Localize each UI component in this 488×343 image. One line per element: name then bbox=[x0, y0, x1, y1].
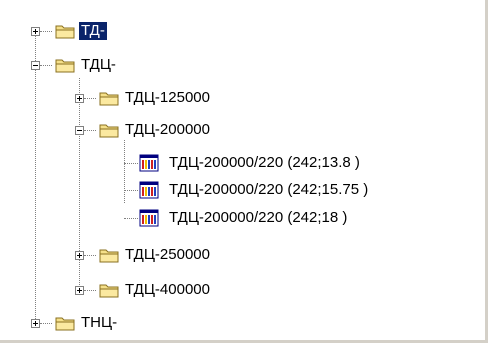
folder-icon bbox=[55, 317, 75, 330]
tree-line bbox=[124, 218, 138, 219]
tree-item-td[interactable]: ТД- bbox=[55, 21, 108, 41]
tree-line bbox=[84, 130, 96, 131]
tree-line bbox=[40, 31, 52, 32]
tree-panel: ТД- ТДЦ- ТДЦ-125000 ТДЦ-200000 ТДЦ-20000… bbox=[0, 0, 488, 343]
table-icon bbox=[139, 181, 159, 199]
tree-item-tdc[interactable]: ТДЦ- bbox=[55, 56, 118, 74]
tree-item-tnc[interactable]: ТНЦ- bbox=[55, 314, 119, 332]
tree-item-table[interactable]: ТДЦ-200000/220 (242;15.75 ) bbox=[139, 181, 370, 199]
tree-item-label: ТНЦ- bbox=[81, 314, 118, 331]
expand-icon[interactable] bbox=[75, 94, 84, 103]
table-icon bbox=[139, 154, 159, 172]
tree-item-table[interactable]: ТДЦ-200000/220 (242;18 ) bbox=[139, 209, 349, 227]
tree-line bbox=[84, 290, 96, 291]
tree-item-tdc-200000[interactable]: ТДЦ-200000 bbox=[99, 121, 212, 139]
folder-icon bbox=[55, 25, 75, 38]
tree-view: ТД- ТДЦ- ТДЦ-125000 ТДЦ-200000 ТДЦ-20000… bbox=[0, 0, 485, 340]
tree-item-label: ТДЦ-200000/220 (242;15.75 ) bbox=[169, 181, 369, 198]
tree-line bbox=[40, 323, 52, 324]
tree-line bbox=[124, 190, 138, 191]
folder-icon bbox=[99, 92, 119, 105]
tree-item-label: ТДЦ-200000/220 (242;18 ) bbox=[169, 209, 348, 226]
tree-line bbox=[35, 33, 36, 323]
tree-item-tdc-125000[interactable]: ТДЦ-125000 bbox=[99, 89, 212, 107]
tree-item-label: ТДЦ-250000 bbox=[125, 246, 210, 263]
expand-icon[interactable] bbox=[75, 251, 84, 260]
tree-item-label: ТДЦ-200000 bbox=[125, 121, 210, 138]
tree-item-label: ТД- bbox=[78, 21, 108, 41]
tree-line bbox=[84, 98, 96, 99]
tree-item-label: ТДЦ-200000/220 (242;13.8 ) bbox=[169, 154, 360, 171]
tree-item-table[interactable]: ТДЦ-200000/220 (242;13.8 ) bbox=[139, 154, 362, 172]
collapse-icon[interactable] bbox=[75, 126, 84, 135]
expand-icon[interactable] bbox=[75, 286, 84, 295]
table-icon bbox=[139, 209, 159, 227]
folder-icon bbox=[99, 284, 119, 297]
expand-icon[interactable] bbox=[31, 27, 40, 36]
tree-line bbox=[40, 65, 52, 66]
tree-item-label: ТДЦ- bbox=[81, 56, 116, 73]
collapse-icon[interactable] bbox=[31, 61, 40, 70]
tree-item-tdc-250000[interactable]: ТДЦ-250000 bbox=[99, 246, 212, 264]
tree-item-label: ТДЦ-400000 bbox=[125, 281, 210, 298]
tree-item-label: ТДЦ-125000 bbox=[125, 89, 210, 106]
folder-icon bbox=[99, 124, 119, 137]
folder-icon bbox=[99, 249, 119, 262]
tree-line bbox=[124, 140, 125, 203]
tree-item-tdc-400000[interactable]: ТДЦ-400000 bbox=[99, 281, 212, 299]
expand-icon[interactable] bbox=[31, 319, 40, 328]
tree-line bbox=[124, 163, 138, 164]
tree-line bbox=[84, 255, 96, 256]
folder-icon bbox=[55, 59, 75, 72]
